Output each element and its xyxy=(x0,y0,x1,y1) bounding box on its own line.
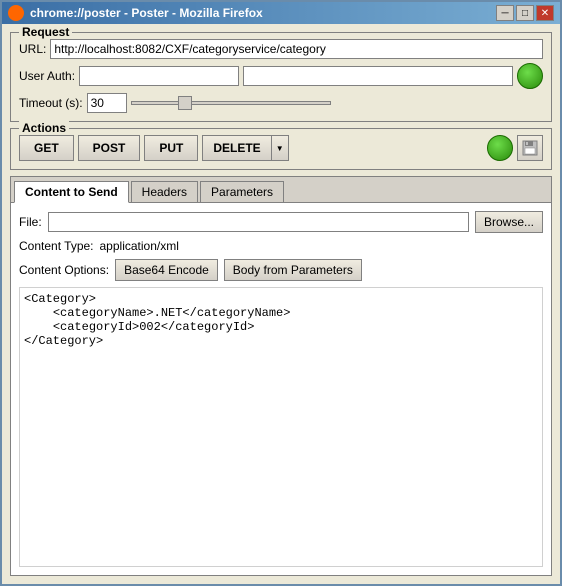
main-content: Request URL: User Auth: Timeout (s): xyxy=(2,24,560,584)
content-type-value: application/xml xyxy=(100,239,179,253)
minimize-button[interactable]: ─ xyxy=(496,5,514,21)
put-button[interactable]: PUT xyxy=(144,135,198,161)
window-title: chrome://poster - Poster - Mozilla Firef… xyxy=(30,6,263,20)
request-group: Request URL: User Auth: Timeout (s): xyxy=(10,32,552,122)
timeout-input[interactable] xyxy=(87,93,127,113)
titlebar: chrome://poster - Poster - Mozilla Firef… xyxy=(2,2,560,24)
timeout-label: Timeout (s): xyxy=(19,96,83,110)
actions-row: GET POST PUT DELETE ▼ xyxy=(19,135,543,161)
user-auth-input-2[interactable] xyxy=(243,66,513,86)
actions-group-title: Actions xyxy=(19,121,69,135)
tab-content-to-send[interactable]: Content to Send xyxy=(14,181,129,203)
content-type-label: Content Type: xyxy=(19,239,94,253)
close-button[interactable]: ✕ xyxy=(536,5,554,21)
content-options-label: Content Options: xyxy=(19,263,109,277)
get-button[interactable]: GET xyxy=(19,135,74,161)
url-label: URL: xyxy=(19,42,46,56)
user-auth-input-1[interactable] xyxy=(79,66,239,86)
tab-panel: Content to Send Headers Parameters File:… xyxy=(10,176,552,576)
content-options-row: Content Options: Base64 Encode Body from… xyxy=(19,259,543,281)
url-input[interactable] xyxy=(50,39,543,59)
user-auth-row: User Auth: xyxy=(19,63,543,89)
delete-button[interactable]: DELETE xyxy=(202,135,270,161)
content-type-row: Content Type: application/xml xyxy=(19,239,543,253)
file-row: File: Browse... xyxy=(19,211,543,233)
request-group-title: Request xyxy=(19,25,72,39)
actions-green-circle[interactable] xyxy=(487,135,513,161)
firefox-icon xyxy=(8,5,24,21)
floppy-icon xyxy=(522,140,538,156)
tab-content-area: File: Browse... Content Type: applicatio… xyxy=(11,203,551,575)
delete-dropdown-button[interactable]: ▼ xyxy=(271,135,289,161)
browse-button[interactable]: Browse... xyxy=(475,211,543,233)
base64-encode-button[interactable]: Base64 Encode xyxy=(115,259,218,281)
tab-bar: Content to Send Headers Parameters xyxy=(11,177,551,203)
timeout-row: Timeout (s): xyxy=(19,93,543,113)
post-button[interactable]: POST xyxy=(78,135,141,161)
floppy-button[interactable] xyxy=(517,135,543,161)
actions-group: Actions GET POST PUT DELETE ▼ xyxy=(10,128,552,170)
titlebar-buttons: ─ □ ✕ xyxy=(496,5,554,21)
timeout-slider[interactable] xyxy=(131,101,331,105)
green-circle-button[interactable] xyxy=(517,63,543,89)
main-window: chrome://poster - Poster - Mozilla Firef… xyxy=(0,0,562,586)
file-label: File: xyxy=(19,215,42,229)
slider-container xyxy=(131,101,543,105)
titlebar-title-group: chrome://poster - Poster - Mozilla Firef… xyxy=(8,5,263,21)
url-row: URL: xyxy=(19,39,543,59)
maximize-button[interactable]: □ xyxy=(516,5,534,21)
user-auth-label: User Auth: xyxy=(19,69,75,83)
tab-parameters[interactable]: Parameters xyxy=(200,181,284,203)
delete-btn-group: DELETE ▼ xyxy=(202,135,288,161)
body-from-parameters-button[interactable]: Body from Parameters xyxy=(224,259,362,281)
file-input[interactable] xyxy=(48,212,469,232)
body-textarea[interactable] xyxy=(19,287,543,567)
tab-headers[interactable]: Headers xyxy=(131,181,198,203)
